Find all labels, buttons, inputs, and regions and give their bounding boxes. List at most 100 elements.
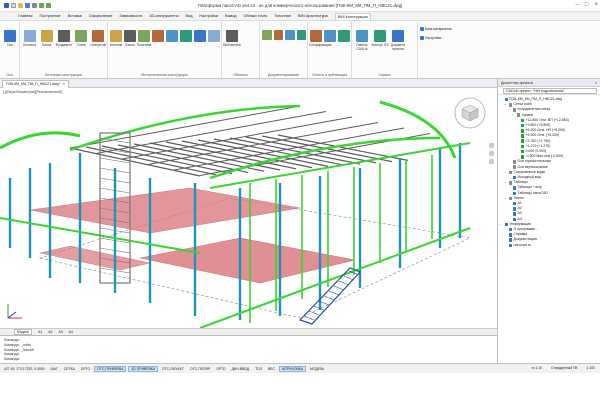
viewcube-icon[interactable] (451, 94, 489, 132)
layout-tab[interactable]: A1 (38, 330, 42, 334)
ribbon-tab[interactable]: Главная (18, 14, 32, 18)
ribbon-tab[interactable]: Зависимости (119, 14, 142, 18)
document-tab-label: ПЭК-КМ_КМ_ПМ_П_НВС21.dwg* (6, 82, 60, 86)
status-toggle[interactable]: ТОЛ (253, 367, 264, 371)
tree-node-icon (508, 227, 512, 232)
status-toggle[interactable]: ОРТО (79, 367, 92, 371)
settings-button[interactable]: Настройки... (420, 36, 444, 40)
close-tab-icon[interactable]: × (63, 82, 65, 87)
ribbon-tab[interactable]: 3D-инструменты (149, 14, 178, 18)
status-toggle[interactable]: ДИН-ВВОД (230, 367, 252, 371)
ribbon-button[interactable]: Спецификация (309, 30, 331, 48)
ribbon-tab[interactable]: Вывод (225, 14, 236, 18)
tool-icon (75, 30, 88, 42)
layout-tab[interactable]: A2 (48, 330, 52, 334)
project-manager-panel: Диспетчер проекта × CADLib-проект: "Нет … (497, 79, 600, 363)
ribbon-tab[interactable]: BIM Конструкции (334, 12, 371, 20)
structure-3d-model[interactable] (0, 88, 497, 328)
zoom-readout[interactable]: 1:100 (585, 366, 598, 370)
ribbon-button[interactable]: Колонна (21, 30, 38, 48)
status-toggle[interactable]: МОДЕЛЬ (308, 367, 326, 371)
expand-icon[interactable]: − (500, 222, 503, 227)
ribbon-button[interactable]: Стена (73, 30, 90, 48)
ribbon-button[interactable] (207, 30, 221, 44)
ribbon-button[interactable] (323, 30, 337, 44)
ribbon-button[interactable] (261, 30, 273, 42)
workspace-label[interactable]: Стандартный ПК (549, 366, 580, 370)
print-icon[interactable] (32, 3, 37, 8)
expand-icon[interactable]: − (508, 107, 511, 112)
expand-icon[interactable]: − (504, 102, 507, 107)
ribbon-button[interactable]: Колонна (109, 30, 123, 48)
document-tab[interactable]: ПЭК-КМ_КМ_ПМ_П_НВС21.dwg* × (2, 80, 69, 88)
viewport-label[interactable]: [-][Верх/Изометрия][Реалистичный] (3, 90, 62, 94)
ribbon-tab[interactable]: BIM Архитектура (298, 14, 328, 18)
layout-tab[interactable]: A3 (58, 330, 62, 334)
ribbon-tab[interactable]: Вставка (68, 14, 82, 18)
expand-icon[interactable]: − (500, 97, 503, 102)
undo-icon[interactable] (39, 3, 44, 8)
status-toggle[interactable]: 3D-ПРИВЯЗКА (128, 365, 158, 372)
ribbon-button[interactable]: Библиотека (223, 30, 241, 48)
ribbon-tab[interactable]: Настройки (199, 14, 218, 18)
ribbon-tab[interactable]: Построение (39, 14, 60, 18)
status-toggle[interactable]: ОРТО (214, 367, 227, 371)
scale-readout[interactable]: m 1:10 (530, 366, 544, 370)
navigation-bar (489, 143, 494, 164)
ribbon-tab[interactable]: Вид (186, 14, 193, 18)
new-file-icon[interactable] (11, 3, 16, 8)
ribbon-button[interactable] (179, 30, 193, 44)
ribbon-button[interactable] (284, 30, 296, 42)
open-folder-icon[interactable] (18, 3, 23, 8)
status-toggle[interactable]: ШАГ (49, 367, 60, 371)
pan-icon[interactable] (489, 143, 494, 148)
tree-item[interactable]: nanocad.ru (500, 243, 598, 248)
model-viewport[interactable]: [-][Верх/Изометрия][Реалистичный] (0, 88, 497, 328)
tree-node-icon (508, 233, 512, 237)
ribbon-button[interactable]: Пластина (137, 30, 151, 48)
ribbon-button[interactable] (193, 30, 207, 44)
ribbon-button[interactable]: Фундамент (55, 30, 72, 48)
expand-icon[interactable]: − (504, 196, 507, 201)
tool-icon (180, 30, 192, 42)
ribbon-group: Библиотека Объекты (222, 22, 260, 78)
expand-icon[interactable]: − (504, 180, 507, 185)
project-dropdown[interactable]: CADLib-проект: "Нет подключения" (503, 87, 597, 94)
ribbon-button[interactable]: Оси (1, 30, 19, 48)
status-toggle[interactable]: ВЕС (266, 367, 277, 371)
ribbon-button[interactable]: Документ проекта (389, 30, 407, 52)
minimize-icon[interactable]: – (576, 2, 579, 8)
ribbon-tab[interactable]: Облако точек (244, 14, 268, 18)
ribbon-button[interactable] (296, 30, 308, 42)
ribbon-group: Документирование (260, 22, 308, 78)
save-icon[interactable] (25, 3, 30, 8)
ribbon-button[interactable]: Балка (123, 30, 137, 48)
ribbon-button[interactable]: Балка (38, 30, 55, 48)
ribbon-button[interactable]: Панель CADLib (353, 30, 371, 52)
close-panel-icon[interactable]: × (595, 81, 597, 85)
redo-icon[interactable] (46, 3, 51, 8)
ribbon-button[interactable]: Отверстие (90, 30, 107, 48)
zoom-icon[interactable] (489, 151, 494, 156)
ribbon-tab[interactable]: Топоплан (274, 14, 291, 18)
status-toggle[interactable]: ОТС-ПРИВЯЗКА (94, 365, 127, 372)
status-toggle[interactable]: ШТРИХОВКА (278, 365, 307, 372)
app-logo-icon[interactable] (4, 3, 9, 8)
ribbon-button[interactable]: Экспорт IFC (371, 30, 389, 48)
maximize-icon[interactable]: □ (585, 2, 589, 8)
expand-icon[interactable]: − (512, 113, 515, 118)
ribbon-button[interactable] (273, 30, 285, 42)
ribbon-tab[interactable]: Оформление (89, 14, 113, 18)
status-toggle[interactable]: ОТС-ПОЛЯР (188, 367, 212, 371)
ribbon-button[interactable] (337, 30, 351, 44)
status-toggle[interactable]: ОТС-ОБЪЕКТ (160, 367, 186, 371)
status-toggle[interactable]: СЕТКА (62, 367, 77, 371)
layout-tab[interactable]: A4 (69, 330, 73, 334)
close-icon[interactable]: × (594, 2, 598, 8)
ribbon-button[interactable] (151, 30, 165, 44)
orbit-icon[interactable] (489, 159, 494, 164)
ribbon-button[interactable] (165, 30, 179, 44)
expand-icon[interactable]: − (504, 170, 507, 175)
materials-base-button[interactable]: База материалов (420, 27, 452, 31)
command-line[interactable]: Команда: Команда: _ortho Команда: _3dorbit… (0, 335, 497, 363)
